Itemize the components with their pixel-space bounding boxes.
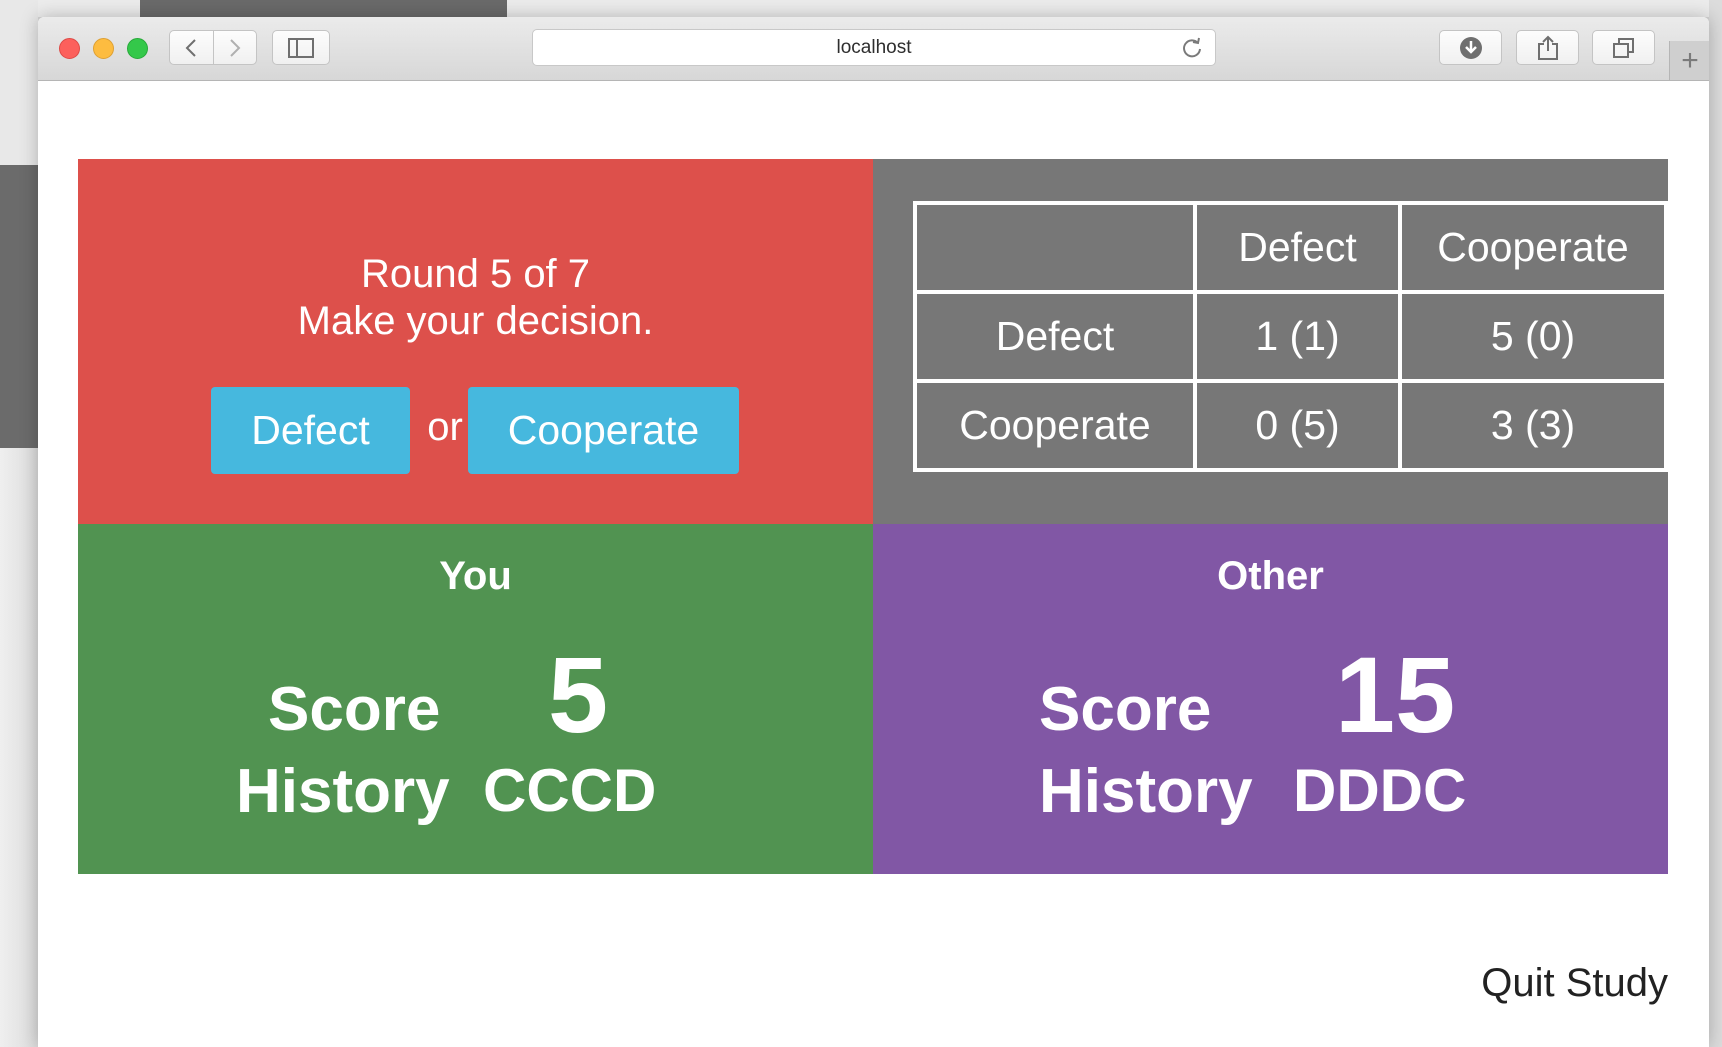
share-icon	[1537, 35, 1558, 60]
matrix-row-header: Defect	[913, 290, 1197, 383]
decision-panel: Round 5 of 7 Make your decision. Defect …	[78, 159, 873, 524]
downloads-button[interactable]	[1439, 30, 1502, 65]
or-separator: or	[427, 405, 463, 449]
desktop-shade	[0, 448, 38, 1047]
matrix-corner-cell	[913, 201, 1197, 294]
back-button[interactable]	[170, 31, 213, 64]
background-window-tab	[140, 0, 507, 17]
chevron-left-icon	[185, 38, 196, 57]
decision-prompt: Make your decision.	[297, 299, 654, 343]
payoff-matrix: Defect Cooperate Defect 1 (1) 5 (0) Coop…	[913, 201, 1668, 472]
matrix-column-header: Defect	[1193, 201, 1402, 294]
matrix-row-header: Cooperate	[913, 379, 1197, 472]
background-window	[0, 165, 38, 448]
game-board: Round 5 of 7 Make your decision. Defect …	[78, 159, 1668, 874]
matrix-cell: 5 (0)	[1398, 290, 1668, 383]
you-title: You	[439, 554, 512, 598]
matrix-cell: 3 (3)	[1398, 379, 1668, 472]
tabs-icon	[1612, 37, 1634, 58]
matrix-column-header: Cooperate	[1398, 201, 1668, 294]
share-button[interactable]	[1516, 30, 1579, 65]
you-panel: You Score 5 History CCCD	[78, 524, 873, 874]
new-tab-button[interactable]: +	[1669, 41, 1709, 80]
matrix-cell: 0 (5)	[1193, 379, 1402, 472]
reload-button[interactable]	[1181, 37, 1203, 65]
payoff-matrix-panel: Defect Cooperate Defect 1 (1) 5 (0) Coop…	[873, 159, 1668, 524]
you-history-label: History	[236, 757, 450, 826]
matrix-row: Defect 1 (1) 5 (0)	[913, 290, 1668, 383]
close-window-button[interactable]	[59, 38, 80, 59]
you-score-value: 5	[548, 634, 609, 755]
chevron-right-icon	[230, 38, 241, 57]
quit-study-link[interactable]: Quit Study	[1438, 961, 1668, 1006]
browser-toolbar: localhost +	[38, 17, 1709, 81]
address-bar[interactable]: localhost	[532, 29, 1216, 66]
round-indicator: Round 5 of 7	[360, 252, 591, 296]
cooperate-button[interactable]: Cooperate	[468, 387, 739, 474]
reload-icon	[1183, 37, 1201, 58]
address-text: localhost	[836, 36, 912, 58]
sidebar-toggle-button[interactable]	[272, 30, 330, 65]
maximize-window-button[interactable]	[127, 38, 148, 59]
other-panel: Other Score 15 History DDDC	[873, 524, 1668, 874]
minimize-window-button[interactable]	[93, 38, 114, 59]
browser-window: localhost + Round 5 of 7 Make your decis…	[38, 17, 1709, 1047]
download-icon	[1459, 36, 1482, 59]
defect-button[interactable]: Defect	[211, 387, 410, 474]
sidebar-icon	[288, 37, 314, 58]
desktop-background-right	[1709, 0, 1722, 1047]
other-history-value: DDDC	[1293, 757, 1467, 824]
matrix-row: Cooperate 0 (5) 3 (3)	[913, 379, 1668, 472]
other-history-label: History	[1039, 757, 1253, 826]
tab-overview-button[interactable]	[1592, 30, 1655, 65]
you-score-label: Score	[268, 675, 441, 744]
other-title: Other	[1217, 554, 1324, 598]
page-content: Round 5 of 7 Make your decision. Defect …	[38, 81, 1709, 1047]
matrix-header-row: Defect Cooperate	[913, 201, 1668, 294]
plus-icon: +	[1681, 43, 1699, 77]
forward-button[interactable]	[212, 31, 257, 64]
navigation-buttons	[169, 30, 257, 65]
you-history-value: CCCD	[483, 757, 657, 824]
other-score-label: Score	[1039, 675, 1212, 744]
other-score-value: 15	[1335, 634, 1456, 755]
matrix-cell: 1 (1)	[1193, 290, 1402, 383]
